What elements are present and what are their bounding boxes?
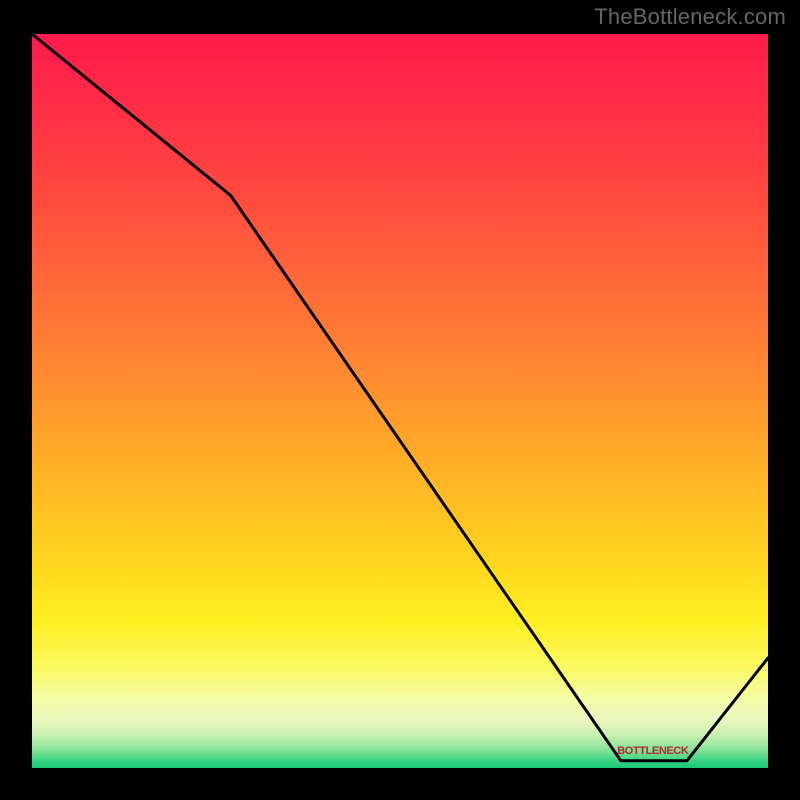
watermark-text: TheBottleneck.com (594, 4, 786, 30)
bottleneck-label: BOTTLENECK (617, 745, 688, 757)
chart-svg (32, 34, 768, 768)
plot-area: BOTTLENECK (32, 34, 768, 768)
chart-frame: TheBottleneck.com BOTTLENECK (0, 0, 800, 800)
gradient-background (32, 34, 768, 768)
